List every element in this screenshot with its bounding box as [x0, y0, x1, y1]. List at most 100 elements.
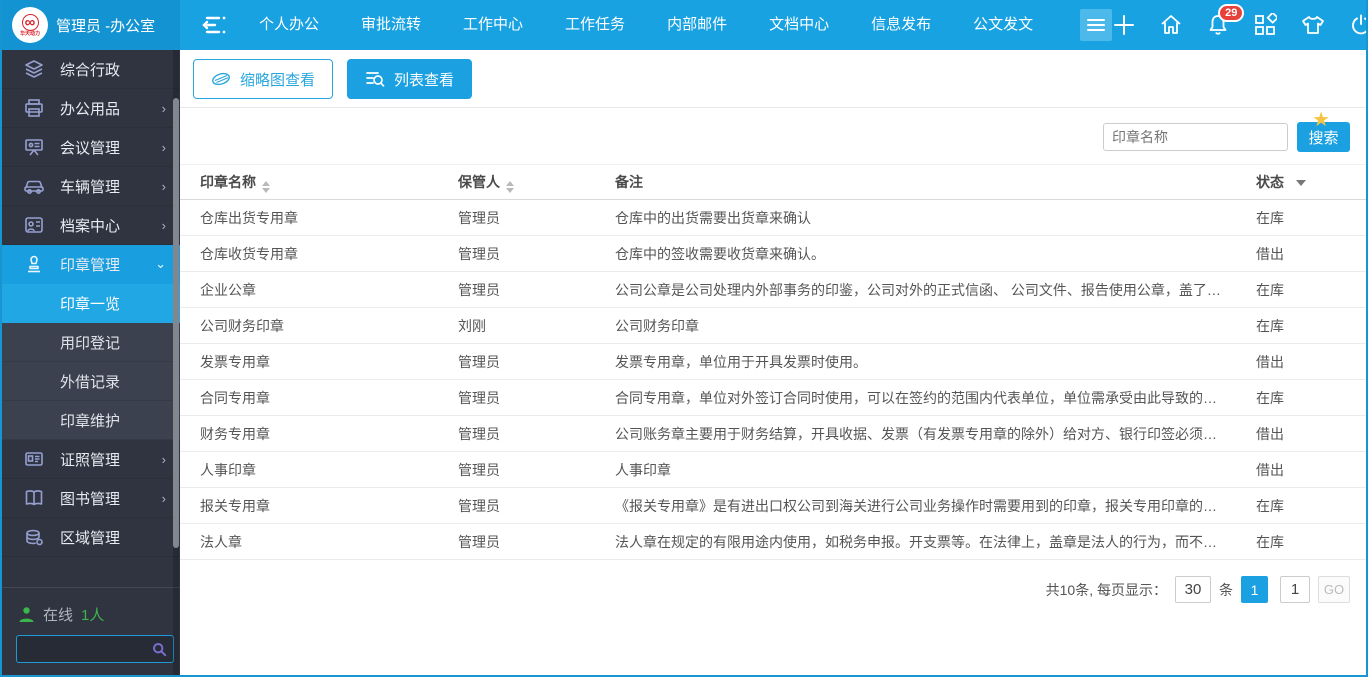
sidebar-scrollbar-thumb[interactable] [173, 98, 179, 548]
archive-icon [22, 215, 46, 235]
column-header-status[interactable]: 状态 [1234, 172, 1352, 192]
topbar-brand: ∞ 华天动力 管理员 -办公室 [2, 0, 180, 50]
seal-name-cell: 企业公章 [200, 280, 458, 300]
column-header-name[interactable]: 印章名称 [200, 172, 458, 193]
status-cell: 在库 [1234, 388, 1352, 408]
go-button[interactable]: GO [1318, 576, 1350, 603]
topbar-icons: 29 [1112, 13, 1368, 37]
topbar-nav-item[interactable]: 审批流转 [340, 0, 442, 50]
home-icon[interactable] [1159, 13, 1183, 37]
status-filter-caret-icon[interactable] [1296, 180, 1306, 186]
online-user-icon [18, 606, 35, 623]
keeper-cell: 管理员 [458, 280, 615, 300]
table-row[interactable]: 人事印章 管理员 人事印章 借出 [180, 452, 1366, 488]
sidebar-item-label: 证照管理 [60, 449, 162, 470]
seal-name-cell: 发票专用章 [200, 352, 458, 372]
table-row[interactable]: 合同专用章 管理员 合同专用章，单位对外签订合同时使用，可以在签约的范围内代表单… [180, 380, 1366, 416]
seal-name-search-input[interactable] [1103, 123, 1288, 151]
list-view-button[interactable]: 列表查看 [347, 59, 472, 99]
status-cell: 借出 [1234, 244, 1352, 264]
keeper-cell: 管理员 [458, 496, 615, 516]
nav-more-button[interactable] [1080, 9, 1112, 41]
keeper-cell: 管理员 [458, 244, 615, 264]
sidebar-item-vehicle-mgmt[interactable]: 车辆管理 › [2, 167, 180, 206]
page-size-input[interactable] [1175, 576, 1211, 603]
online-count: 1人 [81, 604, 104, 625]
topbar-nav-item[interactable]: 个人办公 [238, 0, 340, 50]
stamp-view-icon [211, 71, 231, 87]
sidebar-subitem-seal-maintenance[interactable]: 印章维护 [2, 401, 180, 440]
sidebar-item-label: 档案中心 [60, 215, 162, 236]
sort-icon[interactable] [506, 181, 514, 193]
sidebar-subitem-seal-register[interactable]: 用印登记 [2, 323, 180, 362]
sidebar-subitem-lend-records[interactable]: 外借记录 [2, 362, 180, 401]
table-row[interactable]: 仓库收货专用章 管理员 仓库中的签收需要收货章来确认。 借出 [180, 236, 1366, 272]
sidebar-subitem-seal-list[interactable]: 印章一览 [2, 284, 180, 323]
table-row[interactable]: 财务专用章 管理员 公司账务章主要用于财务结算，开具收据、发票（有发票专用章的除… [180, 416, 1366, 452]
topbar-nav-item[interactable]: 文档中心 [748, 0, 850, 50]
remark-cell: 仓库中的签收需要收货章来确认。 [615, 244, 1234, 264]
seal-name-cell: 人事印章 [200, 460, 458, 480]
sidebar-item-general-admin[interactable]: 综合行政 [2, 50, 180, 89]
remark-cell: 《报关专用章》是有进出口权公司到海关进行公司业务操作时需要用到的印章，报关专用印… [615, 496, 1234, 516]
add-icon[interactable] [1112, 13, 1136, 37]
remark-cell: 公司财务印章 [615, 316, 1234, 336]
topbar-nav-items: 个人办公审批流转工作中心工作任务内部邮件文档中心信息发布公文发文 [238, 0, 1054, 50]
printer-icon [22, 98, 46, 118]
sidebar-item-seal-mgmt[interactable]: 印章管理 ⌄ [2, 245, 180, 284]
keeper-cell: 管理员 [458, 388, 615, 408]
topbar-nav-item[interactable]: 信息发布 [850, 0, 952, 50]
pagination-summary: 共10条, 每页显示： [1046, 580, 1167, 600]
table-header-row: 印章名称 保管人 备注 状态 [180, 164, 1366, 200]
table-row[interactable]: 企业公章 管理员 公司公章是公司处理内外部事务的印鉴，公司对外的正式信函、 公司… [180, 272, 1366, 308]
page-number-button[interactable]: 1 [1241, 576, 1268, 603]
sidebar-item-region-mgmt[interactable]: 区域管理 [2, 518, 180, 557]
theme-shirt-icon[interactable] [1300, 13, 1326, 37]
table-body: 仓库出货专用章 管理员 仓库中的出货需要出货章来确认 在库 仓库收货专用章 管理… [180, 200, 1366, 560]
status-cell: 在库 [1234, 280, 1352, 300]
search-icon[interactable] [152, 642, 167, 657]
sidebar-item-license-mgmt[interactable]: 证照管理 › [2, 440, 180, 479]
sidebar-item-archive-center[interactable]: 档案中心 › [2, 206, 180, 245]
logout-power-icon[interactable] [1349, 13, 1368, 37]
goto-page-input[interactable] [1280, 576, 1310, 603]
sidebar-collapse-icon[interactable] [202, 14, 228, 36]
table-row[interactable]: 公司财务印章 刘刚 公司财务印章 在库 [180, 308, 1366, 344]
company-logo: ∞ 华天动力 [12, 7, 48, 43]
seal-name-cell: 报关专用章 [200, 496, 458, 516]
table-row[interactable]: 法人章 管理员 法人章在规定的有限用途内使用，如税务申报。开支票等。在法律上，盖… [180, 524, 1366, 560]
thumbnail-view-label: 缩略图查看 [240, 69, 315, 90]
table-row[interactable]: 仓库出货专用章 管理员 仓库中的出货需要出货章来确认 在库 [180, 200, 1366, 236]
topbar-nav: 个人办公审批流转工作中心工作任务内部邮件文档中心信息发布公文发文 29 [180, 0, 1368, 50]
layers-icon [22, 59, 46, 79]
sidebar-item-book-mgmt[interactable]: 图书管理 › [2, 479, 180, 518]
thumbnail-view-button[interactable]: 缩略图查看 [193, 59, 333, 99]
favorite-star-icon[interactable]: ★ [1312, 110, 1330, 130]
sidebar: 综合行政 办公用品 › 会议管理 › [2, 50, 180, 675]
topbar-nav-item[interactable]: 工作任务 [544, 0, 646, 50]
sort-icon[interactable] [262, 181, 270, 193]
id-card-icon [22, 449, 46, 469]
keeper-cell: 管理员 [458, 424, 615, 444]
pagination-unit: 条 [1219, 580, 1233, 600]
sidebar-item-label: 区域管理 [60, 527, 166, 548]
app-window: ∞ 华天动力 管理员 -办公室 个人办公审批流转工作中心工作任务内部邮件文档中心… [0, 0, 1368, 677]
topbar-nav-item[interactable]: 内部邮件 [646, 0, 748, 50]
apps-grid-icon[interactable] [1253, 13, 1277, 37]
table-search-row: 搜索 [180, 108, 1366, 164]
table-row[interactable]: 报关专用章 管理员 《报关专用章》是有进出口权公司到海关进行公司业务操作时需要用… [180, 488, 1366, 524]
sidebar-footer: 在线 1人 [2, 587, 180, 675]
status-cell: 借出 [1234, 352, 1352, 372]
sidebar-item-meeting-mgmt[interactable]: 会议管理 › [2, 128, 180, 167]
seal-name-cell: 合同专用章 [200, 388, 458, 408]
sidebar-item-office-supplies[interactable]: 办公用品 › [2, 89, 180, 128]
status-cell: 在库 [1234, 532, 1352, 552]
chevron-right-icon: › [162, 140, 166, 155]
column-header-keeper[interactable]: 保管人 [458, 172, 615, 193]
topbar-nav-item[interactable]: 公文发文 [952, 0, 1054, 50]
topbar-nav-item[interactable]: 工作中心 [442, 0, 544, 50]
sidebar-search-input[interactable] [23, 642, 152, 657]
notifications-bell-icon[interactable]: 29 [1206, 13, 1230, 37]
list-search-icon [365, 70, 385, 88]
table-row[interactable]: 发票专用章 管理员 发票专用章，单位用于开具发票时使用。 借出 [180, 344, 1366, 380]
